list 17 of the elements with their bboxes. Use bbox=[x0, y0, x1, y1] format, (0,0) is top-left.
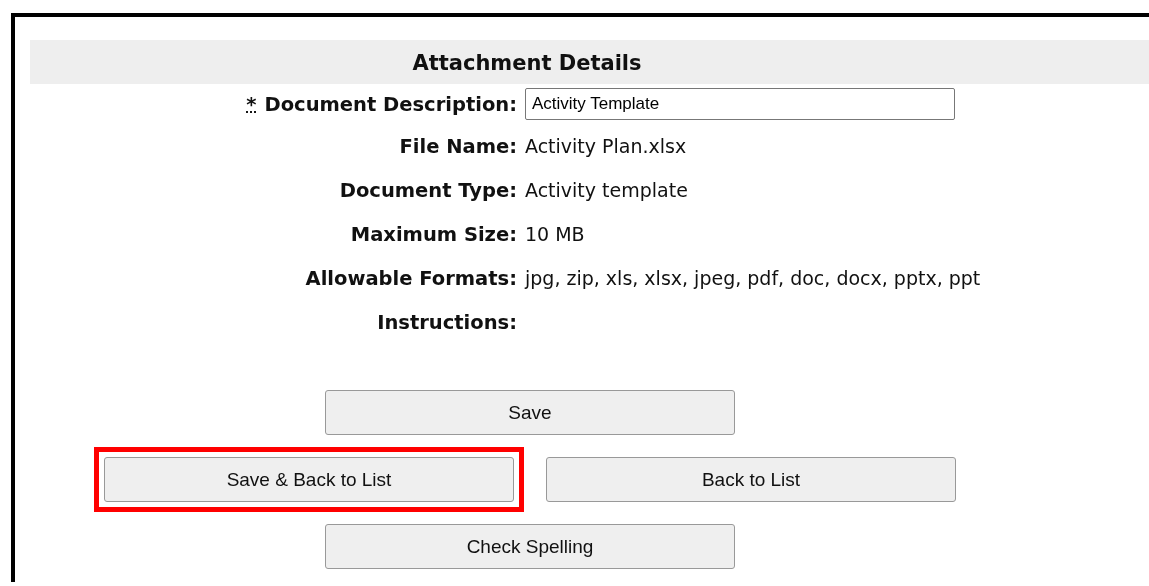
field-label: Document Type: bbox=[339, 178, 517, 202]
field-label: Document Description: bbox=[264, 92, 517, 116]
field-value: Activity Plan.xlsx bbox=[525, 135, 687, 157]
required-marker: * bbox=[246, 92, 257, 116]
field-value: jpg, zip, xls, xlsx, jpeg, pdf, doc, docx, pptx, ppt bbox=[525, 267, 981, 289]
field-value: 10 MB bbox=[525, 223, 585, 245]
action-button[interactable]: Save bbox=[325, 390, 735, 435]
field-label: Instructions: bbox=[377, 310, 517, 334]
field-label: Maximum Size: bbox=[350, 222, 517, 246]
field-label: Allowable Formats: bbox=[305, 266, 517, 290]
field-label: File Name: bbox=[399, 134, 517, 158]
description-field[interactable]: Activity Template bbox=[525, 88, 955, 120]
action-button[interactable]: Back to List bbox=[546, 457, 956, 502]
field-value: Activity template bbox=[525, 179, 688, 201]
section-header: Attachment Details bbox=[30, 40, 1149, 84]
action-button[interactable]: Check Spelling bbox=[325, 524, 735, 569]
action-button[interactable]: Save & Back to List bbox=[104, 457, 514, 502]
